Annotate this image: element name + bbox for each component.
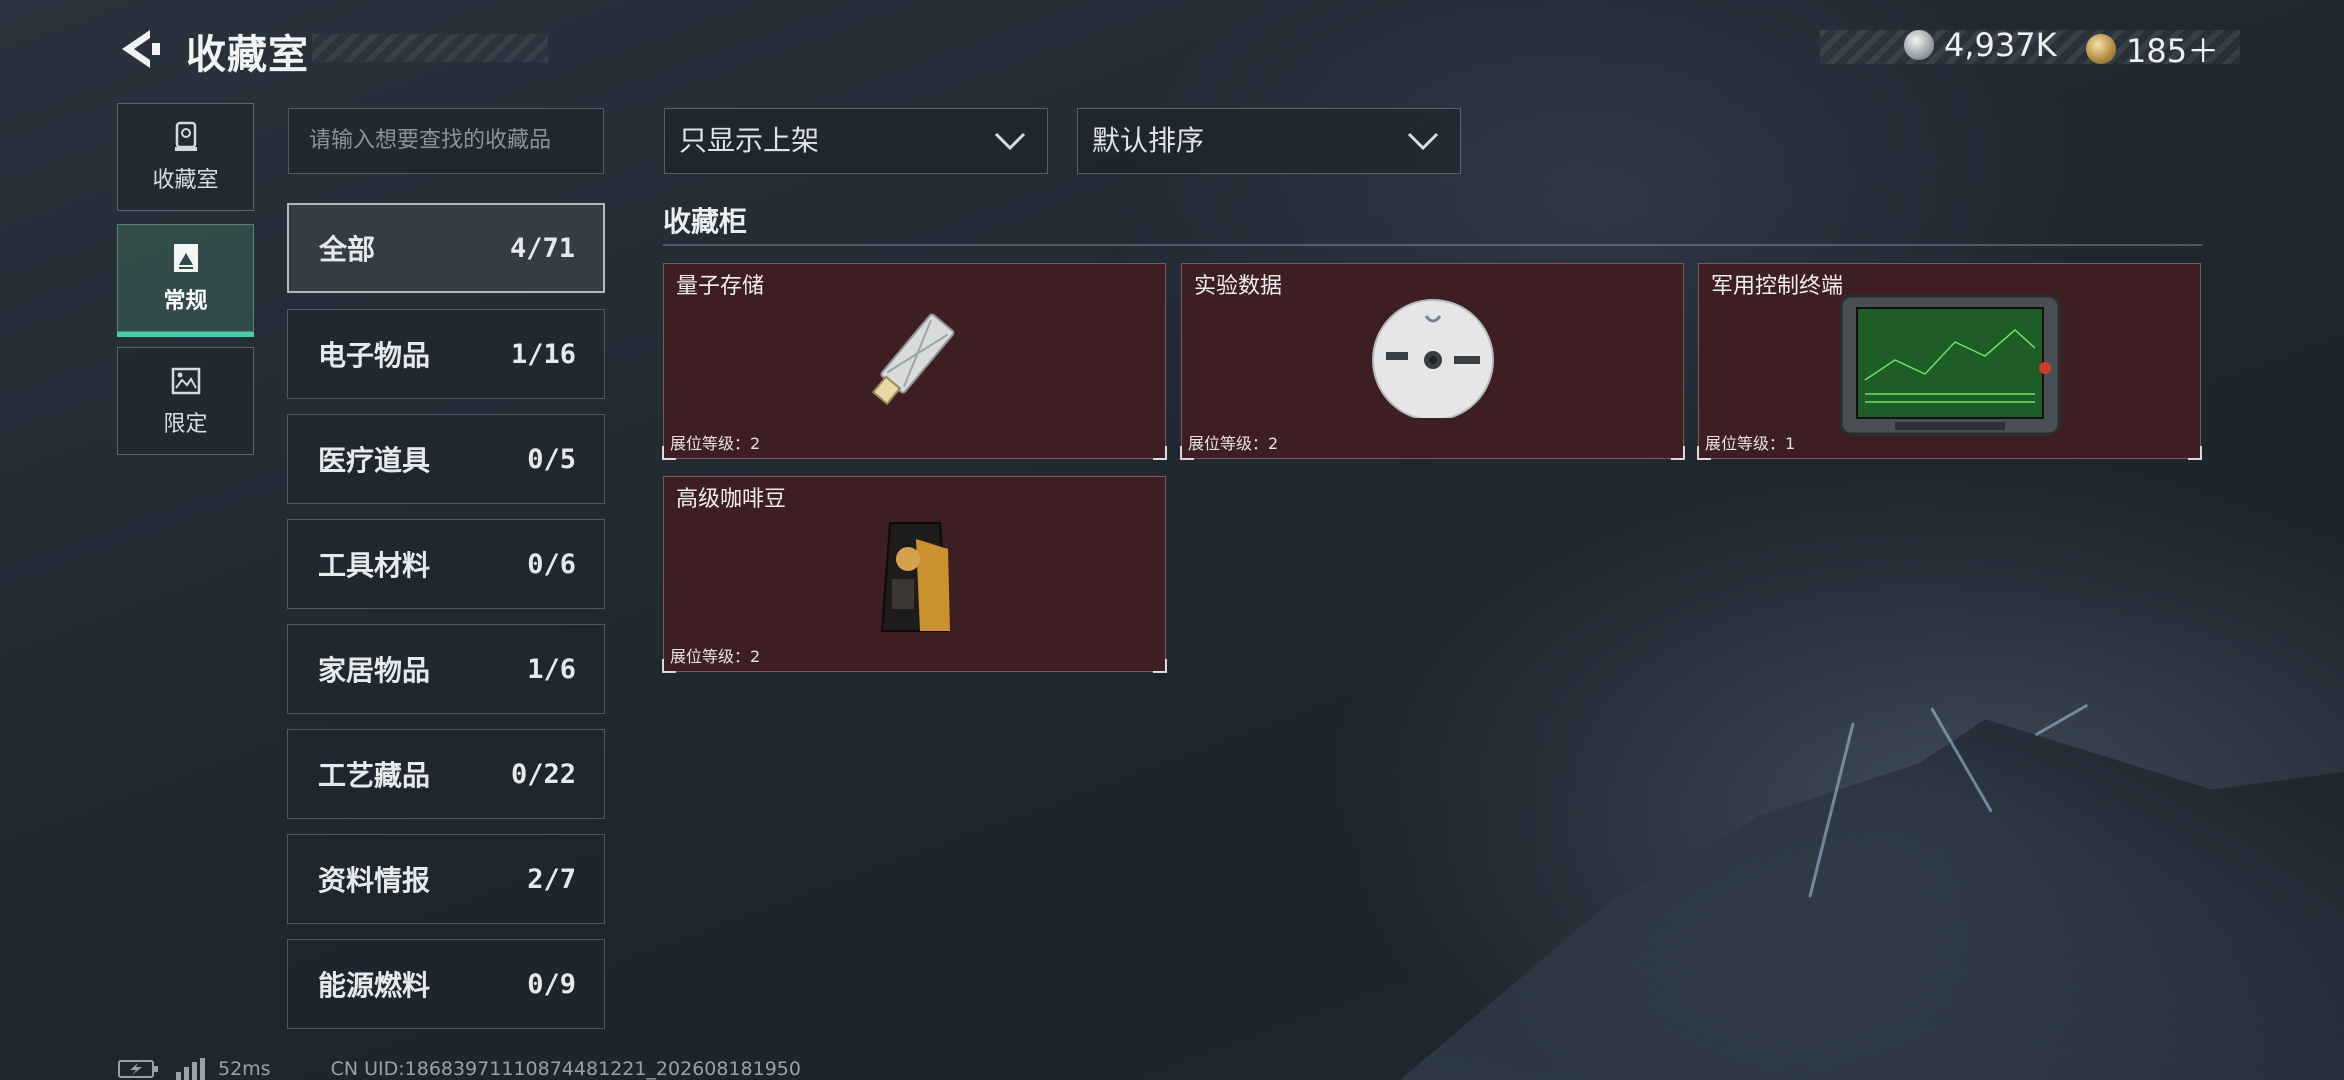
category-fuel[interactable]: 能源燃料 0/9 — [287, 939, 605, 1029]
item-card-military-terminal[interactable]: 军用控制终端 展位等级：1 — [1697, 263, 2202, 460]
ping-value: 52ms — [218, 1058, 271, 1080]
item-card-quantum-storage[interactable]: 量子存储 展位等级：2 — [662, 263, 1167, 460]
category-count: 2/7 — [527, 863, 576, 895]
category-count: 0/9 — [527, 968, 576, 1000]
item-display-level: 展位等级：1 — [1705, 434, 1796, 453]
title-decoration — [312, 34, 548, 62]
picture-icon — [171, 367, 200, 395]
background-mountain — [1400, 719, 2344, 1080]
item-name: 军用控制终端 — [1711, 274, 1844, 299]
silver-currency-value: 4,937K — [1944, 26, 2057, 64]
section-divider — [663, 244, 2203, 246]
item-display-level: 展位等级：2 — [670, 647, 761, 666]
sort-dropdown[interactable]: 默认排序 — [1077, 108, 1461, 174]
chevron-down-icon — [1407, 132, 1439, 151]
disc-icon — [1371, 299, 1494, 418]
category-all[interactable]: 全部 4/71 — [287, 203, 605, 293]
top-bar: 收藏室 4,937K 185＋ — [0, 0, 2344, 100]
item-card-experiment-data[interactable]: 实验数据 展位等级：2 — [1180, 263, 1685, 460]
signal-icon — [176, 1058, 205, 1080]
category-tools[interactable]: 工具材料 0/6 — [287, 519, 605, 609]
coffee-bag-icon — [880, 522, 950, 632]
category-label: 工艺藏品 — [318, 759, 431, 792]
item-name: 高级咖啡豆 — [676, 487, 787, 512]
background-crack — [2034, 703, 2089, 737]
category-count: 0/6 — [527, 548, 576, 580]
back-arrow-icon[interactable] — [116, 24, 166, 74]
item-name: 实验数据 — [1194, 274, 1283, 299]
trophy-icon — [174, 121, 197, 151]
category-count: 1/6 — [527, 653, 576, 685]
nav-tab-label: 限定 — [163, 412, 208, 437]
sort-value: 默认排序 — [1092, 124, 1205, 157]
item-card-premium-coffee-beans[interactable]: 高级咖啡豆 展位等级：2 — [662, 476, 1167, 673]
silver-coin-icon — [1904, 30, 1934, 60]
nav-tab-collection-room[interactable]: 收藏室 — [117, 103, 254, 211]
category-label: 家居物品 — [318, 654, 431, 687]
display-filter-value: 只显示上架 — [679, 124, 820, 157]
category-intel[interactable]: 资料情报 2/7 — [287, 834, 605, 924]
category-count: 0/5 — [527, 443, 576, 475]
category-household[interactable]: 家居物品 1/6 — [287, 624, 605, 714]
usb-drive-icon — [871, 313, 954, 406]
page-title: 收藏室 — [186, 32, 309, 78]
item-name: 量子存储 — [676, 274, 765, 299]
nav-tab-regular[interactable]: 常规 — [117, 224, 254, 337]
category-medical[interactable]: 医疗道具 0/5 — [287, 414, 605, 504]
nav-tab-limited[interactable]: 限定 — [117, 347, 254, 455]
category-label: 电子物品 — [318, 339, 431, 372]
nav-tab-label: 常规 — [163, 289, 208, 314]
status-footer: 52ms CN UID:18683971110874481221_2026081… — [118, 1058, 801, 1080]
category-label: 医疗道具 — [318, 444, 431, 477]
chevron-down-icon — [994, 132, 1026, 151]
section-title: 收藏柜 — [663, 205, 748, 238]
category-electronics[interactable]: 电子物品 1/16 — [287, 309, 605, 399]
category-count: 4/71 — [509, 232, 575, 264]
category-count: 1/16 — [510, 338, 576, 370]
nav-tab-label: 收藏室 — [152, 168, 219, 193]
gold-currency[interactable]: 185＋ — [2086, 26, 2219, 72]
terminal-icon — [1839, 294, 2060, 436]
item-display-level: 展位等级：2 — [1188, 434, 1279, 453]
gold-coin-icon — [2086, 34, 2116, 64]
category-label: 工具材料 — [318, 549, 431, 582]
category-count: 0/22 — [510, 758, 576, 790]
uid-text: CN UID:18683971110874481221_202608181950 — [330, 1058, 801, 1080]
category-crafts[interactable]: 工艺藏品 0/22 — [287, 729, 605, 819]
category-label: 全部 — [319, 233, 376, 266]
display-filter-dropdown[interactable]: 只显示上架 — [664, 108, 1048, 174]
battery-charging-icon — [118, 1060, 158, 1078]
frame-icon — [173, 244, 198, 272]
category-label: 资料情报 — [318, 864, 431, 897]
search-input[interactable]: 请输入想要查找的收藏品 — [288, 108, 604, 174]
gold-currency-value: 185＋ — [2126, 32, 2220, 70]
category-label: 能源燃料 — [318, 969, 431, 1002]
item-display-level: 展位等级：2 — [670, 434, 761, 453]
silver-currency: 4,937K — [1904, 26, 2057, 64]
